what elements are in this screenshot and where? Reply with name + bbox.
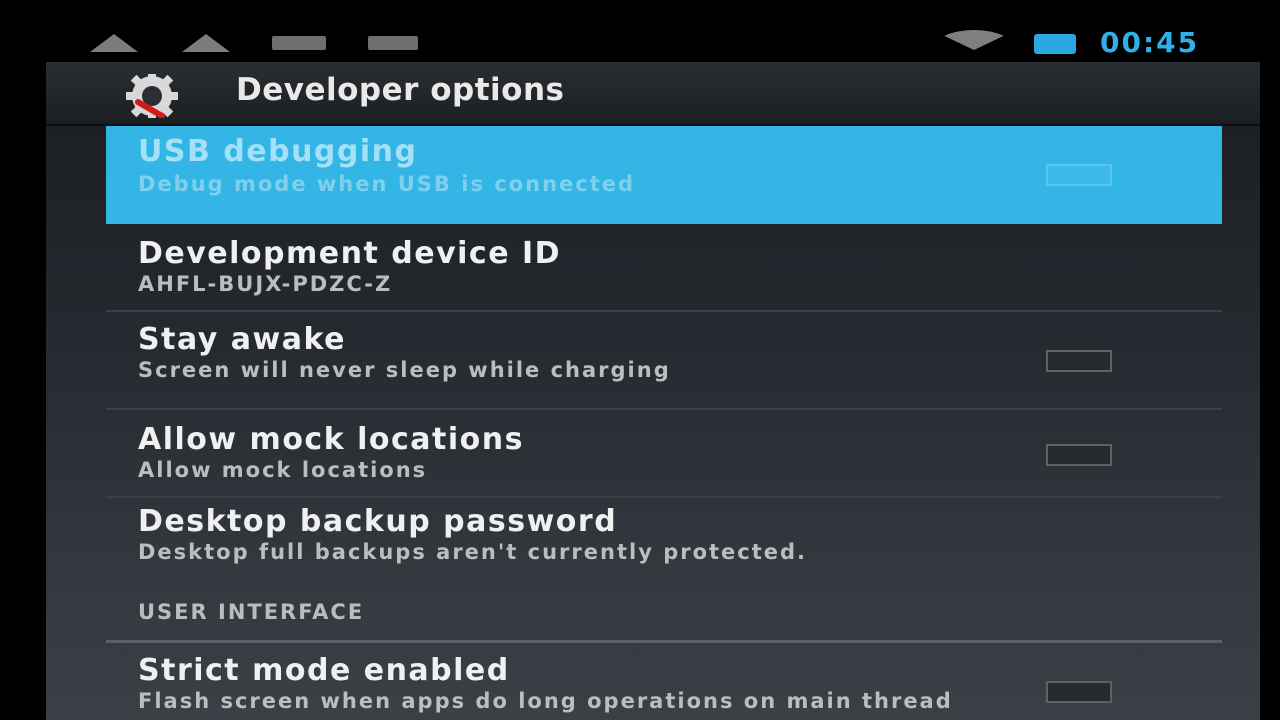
setting-summary: Allow mock locations (138, 458, 428, 482)
setting-mock-locations[interactable]: Allow mock locations Allow mock location… (106, 410, 1222, 498)
setting-title: Strict mode enabled (138, 653, 510, 688)
setting-title: Stay awake (138, 322, 346, 357)
page-title: Developer options (236, 72, 565, 108)
settings-list: USB debugging Debug mode when USB is con… (106, 126, 1222, 720)
setting-usb-debugging[interactable]: USB debugging Debug mode when USB is con… (106, 126, 1222, 224)
action-bar: Developer options (46, 62, 1260, 126)
wifi-icon (932, 30, 1016, 50)
battery-icon (1034, 34, 1076, 54)
warning-icon (90, 34, 138, 52)
warning-icon (182, 34, 230, 52)
mock-locations-checkbox[interactable] (1046, 444, 1112, 466)
setting-summary: Debug mode when USB is connected (138, 172, 636, 196)
setting-stay-awake[interactable]: Stay awake Screen will never sleep while… (106, 312, 1222, 410)
setting-title: Development device ID (138, 236, 562, 271)
setting-summary: Desktop full backups aren't currently pr… (138, 540, 808, 564)
strict-mode-checkbox[interactable] (1046, 681, 1112, 703)
notification-icon (368, 36, 418, 50)
setting-title: Allow mock locations (138, 422, 524, 457)
usb-debugging-checkbox[interactable] (1046, 164, 1112, 186)
setting-summary: Flash screen when apps do long operation… (138, 689, 953, 713)
screen: 00:45 Developer options USB debugging De… (0, 0, 1280, 720)
setting-title: USB debugging (138, 134, 418, 169)
picture-icon (272, 36, 326, 50)
stay-awake-checkbox[interactable] (1046, 350, 1112, 372)
developer-options-screen: Developer options USB debugging Debug mo… (46, 62, 1260, 720)
setting-strict-mode[interactable]: Strict mode enabled Flash screen when ap… (106, 643, 1222, 720)
section-label: USER INTERFACE (138, 600, 365, 624)
developer-gear-icon[interactable] (96, 74, 214, 118)
setting-device-id[interactable]: Development device ID AHFL-BUJX-PDZC-Z (106, 224, 1222, 312)
setting-summary: AHFL-BUJX-PDZC-Z (138, 272, 393, 296)
setting-backup-password[interactable]: Desktop backup password Desktop full bac… (106, 498, 1222, 594)
setting-summary: Screen will never sleep while charging (138, 358, 671, 382)
status-bar: 00:45 (0, 0, 1280, 62)
setting-title: Desktop backup password (138, 504, 618, 539)
section-header-user-interface: USER INTERFACE (106, 594, 1222, 643)
status-time: 00:45 (1100, 26, 1200, 59)
